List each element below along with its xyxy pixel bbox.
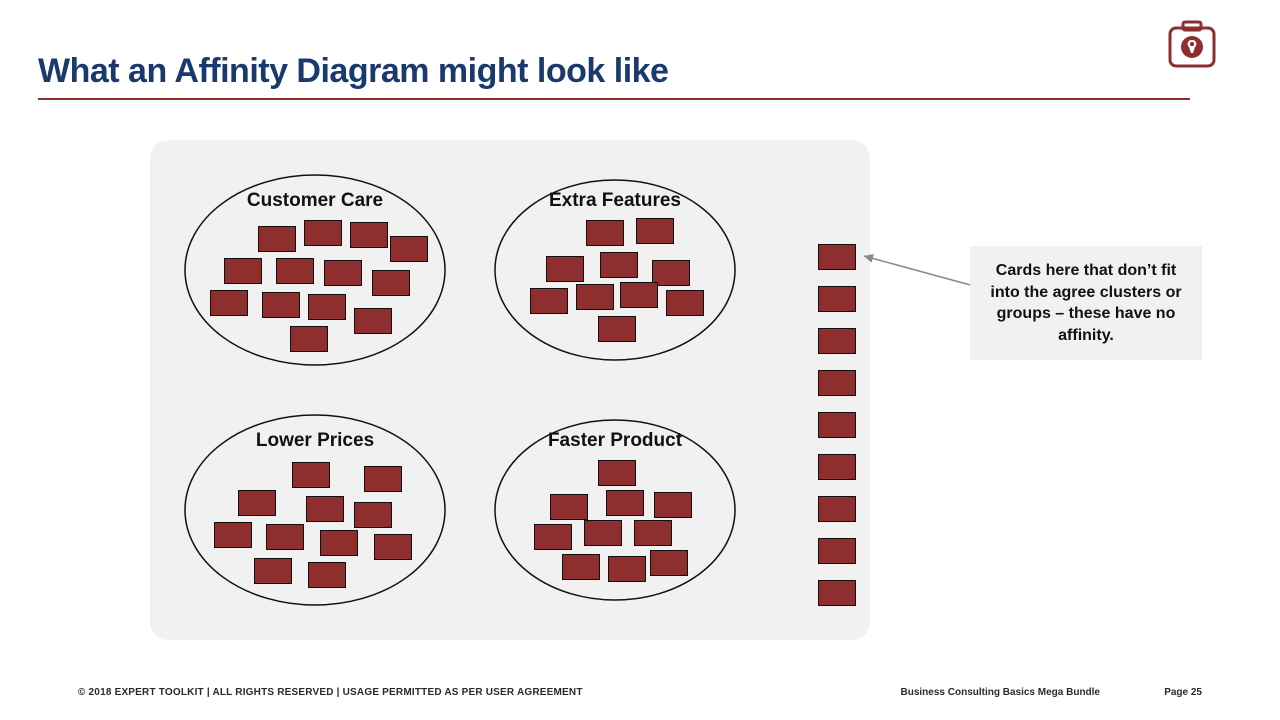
affinity-card [306, 496, 344, 522]
affinity-card [586, 220, 624, 246]
cluster-extra-features: Extra Features [490, 170, 740, 370]
footer-copyright: © 2018 EXPERT TOOLKIT | ALL RIGHTS RESER… [78, 687, 583, 698]
affinity-card [634, 520, 672, 546]
affinity-card [354, 502, 392, 528]
affinity-card [818, 244, 856, 270]
affinity-card [598, 316, 636, 342]
footer-bundle: Business Consulting Basics Mega Bundle [901, 687, 1100, 698]
affinity-card [620, 282, 658, 308]
affinity-card [266, 524, 304, 550]
title-underline [38, 98, 1190, 100]
affinity-card [600, 252, 638, 278]
slide: What an Affinity Diagram might look like… [0, 0, 1280, 720]
affinity-card [818, 370, 856, 396]
affinity-card [666, 290, 704, 316]
affinity-card [584, 520, 622, 546]
affinity-card [276, 258, 314, 284]
affinity-card [650, 550, 688, 576]
affinity-card [818, 454, 856, 480]
affinity-card [214, 522, 252, 548]
affinity-card [818, 328, 856, 354]
affinity-card [530, 288, 568, 314]
affinity-card [818, 412, 856, 438]
affinity-card [818, 496, 856, 522]
affinity-card [238, 490, 276, 516]
diagram-panel: Customer Care Extra Features [150, 140, 870, 640]
affinity-card [654, 492, 692, 518]
affinity-card [636, 218, 674, 244]
affinity-card [390, 236, 428, 262]
toolkit-logo-icon [1166, 18, 1218, 70]
affinity-card [224, 258, 262, 284]
affinity-card [308, 562, 346, 588]
affinity-card [606, 490, 644, 516]
affinity-card [576, 284, 614, 310]
affinity-card [308, 294, 346, 320]
affinity-card [550, 494, 588, 520]
callout-arrow-icon [858, 252, 978, 292]
affinity-card [598, 460, 636, 486]
affinity-card [320, 530, 358, 556]
affinity-card [374, 534, 412, 560]
affinity-card [546, 256, 584, 282]
affinity-card [292, 462, 330, 488]
affinity-card [364, 466, 402, 492]
cluster-faster-product: Faster Product [490, 410, 740, 610]
affinity-card [818, 286, 856, 312]
footer-page: Page 25 [1164, 687, 1202, 698]
cluster-label: Lower Prices [180, 430, 450, 452]
affinity-card [818, 580, 856, 606]
affinity-card [324, 260, 362, 286]
affinity-card [534, 524, 572, 550]
affinity-card [354, 308, 392, 334]
cluster-label: Customer Care [180, 190, 450, 212]
affinity-card [818, 538, 856, 564]
cluster-label: Faster Product [490, 430, 740, 452]
affinity-card [258, 226, 296, 252]
unclustered-cards-column [818, 244, 854, 624]
affinity-card [290, 326, 328, 352]
affinity-card [608, 556, 646, 582]
cluster-lower-prices: Lower Prices [180, 410, 450, 610]
affinity-card [304, 220, 342, 246]
affinity-card [254, 558, 292, 584]
affinity-card [262, 292, 300, 318]
callout-box: Cards here that don’t fit into the agree… [970, 246, 1202, 360]
affinity-card [350, 222, 388, 248]
slide-title: What an Affinity Diagram might look like [38, 52, 668, 91]
cluster-customer-care: Customer Care [180, 170, 450, 370]
cluster-label: Extra Features [490, 190, 740, 212]
callout-text: Cards here that don’t fit into the agree… [990, 262, 1181, 344]
affinity-card [210, 290, 248, 316]
affinity-card [562, 554, 600, 580]
affinity-card [372, 270, 410, 296]
